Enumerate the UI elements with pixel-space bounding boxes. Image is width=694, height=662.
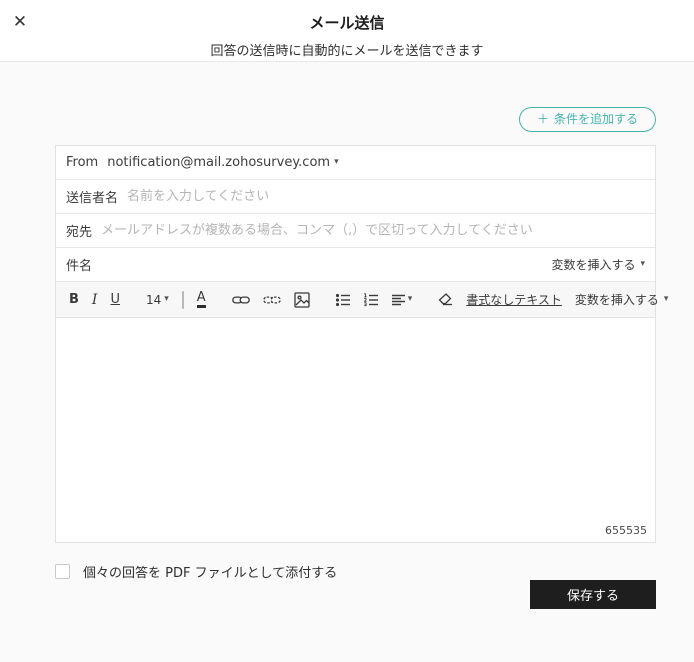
chevron-down-icon: ▾ <box>164 294 169 304</box>
from-address-dropdown[interactable]: notification@mail.zohosurvey.com ▾ <box>107 155 338 170</box>
to-input[interactable] <box>101 223 645 238</box>
plus-icon: ＋ <box>536 112 549 126</box>
sender-name-row: 送信者名 <box>56 180 655 214</box>
text-align-dropdown[interactable]: ▾ <box>391 294 413 306</box>
insert-link-icon[interactable] <box>231 293 250 307</box>
from-address-value: notification@mail.zohosurvey.com <box>107 155 331 170</box>
subject-insert-variable-label: 変数を挿入する <box>551 258 636 272</box>
attach-pdf-checkbox[interactable] <box>55 563 70 579</box>
to-row: 宛先 <box>56 214 655 248</box>
chevron-down-icon: ▾ <box>334 157 339 167</box>
save-button[interactable]: 保存する <box>530 580 656 609</box>
font-size-dropdown[interactable]: 14 ▾ <box>146 294 169 306</box>
page-subtitle: 回答の送信時に自動的にメールを送信できます <box>210 44 484 59</box>
page-title: メール送信 <box>309 14 385 32</box>
subject-input[interactable] <box>101 257 552 272</box>
close-icon[interactable]: ✕ <box>10 12 30 32</box>
font-size-value: 14 <box>145 292 162 307</box>
numbered-list-icon[interactable]: 1 2 3 <box>364 293 379 307</box>
add-condition-button[interactable]: ＋ 条件を追加する <box>518 107 656 132</box>
chevron-down-icon: ▾ <box>640 259 645 269</box>
dialog-body: ＋ 条件を追加する From notification@mail.zohosurv… <box>0 62 694 662</box>
chevron-down-icon: ▾ <box>663 294 669 304</box>
from-row: From notification@mail.zohosurvey.com ▾ <box>56 146 655 180</box>
editor-insert-variable-label: 変数を挿入する <box>574 293 659 307</box>
subject-row: 件名 変数を挿入する ▾ <box>56 248 655 282</box>
dialog-header: ✕ メール送信 回答の送信時に自動的にメールを送信できます <box>0 0 694 62</box>
clear-format-icon[interactable] <box>438 293 453 306</box>
editor-toolbar: B I U 14 ▾ A 1 2 3 ▾ 書式なしテキスト 変数を挿入する ▾ <box>56 282 668 318</box>
sender-name-input[interactable] <box>127 189 645 204</box>
sender-name-label: 送信者名 <box>66 191 119 206</box>
plain-text-button[interactable]: 書式なしテキスト <box>466 291 562 308</box>
editor-insert-variable-dropdown[interactable]: 変数を挿入する ▾ <box>575 291 669 308</box>
add-condition-label: 条件を追加する <box>553 112 638 126</box>
chevron-down-icon: ▾ <box>407 294 413 304</box>
subject-insert-variable-dropdown[interactable]: 変数を挿入する ▾ <box>551 256 645 273</box>
attach-pdf-row: 個々の回答を PDF ファイルとして添付する <box>55 562 656 581</box>
attach-pdf-label: 個々の回答を PDF ファイルとして添付する <box>83 565 338 581</box>
to-label: 宛先 <box>66 225 93 240</box>
font-color-button[interactable]: A <box>196 291 206 308</box>
italic-button[interactable]: I <box>92 293 98 307</box>
from-label: From <box>66 155 99 170</box>
email-body-editor[interactable]: 655535 <box>56 318 655 542</box>
insert-image-icon[interactable] <box>294 291 310 308</box>
bold-button[interactable]: B <box>69 293 79 306</box>
svg-text:3: 3 <box>364 302 367 307</box>
remove-link-icon[interactable] <box>262 293 281 307</box>
bulleted-list-icon[interactable] <box>335 293 351 307</box>
character-counter: 655535 <box>605 524 647 537</box>
email-form-panel: From notification@mail.zohosurvey.com ▾ … <box>55 145 668 543</box>
background-color-swatch[interactable] <box>181 290 184 309</box>
subject-label: 件名 <box>66 259 93 274</box>
underline-button[interactable]: U <box>110 293 120 306</box>
